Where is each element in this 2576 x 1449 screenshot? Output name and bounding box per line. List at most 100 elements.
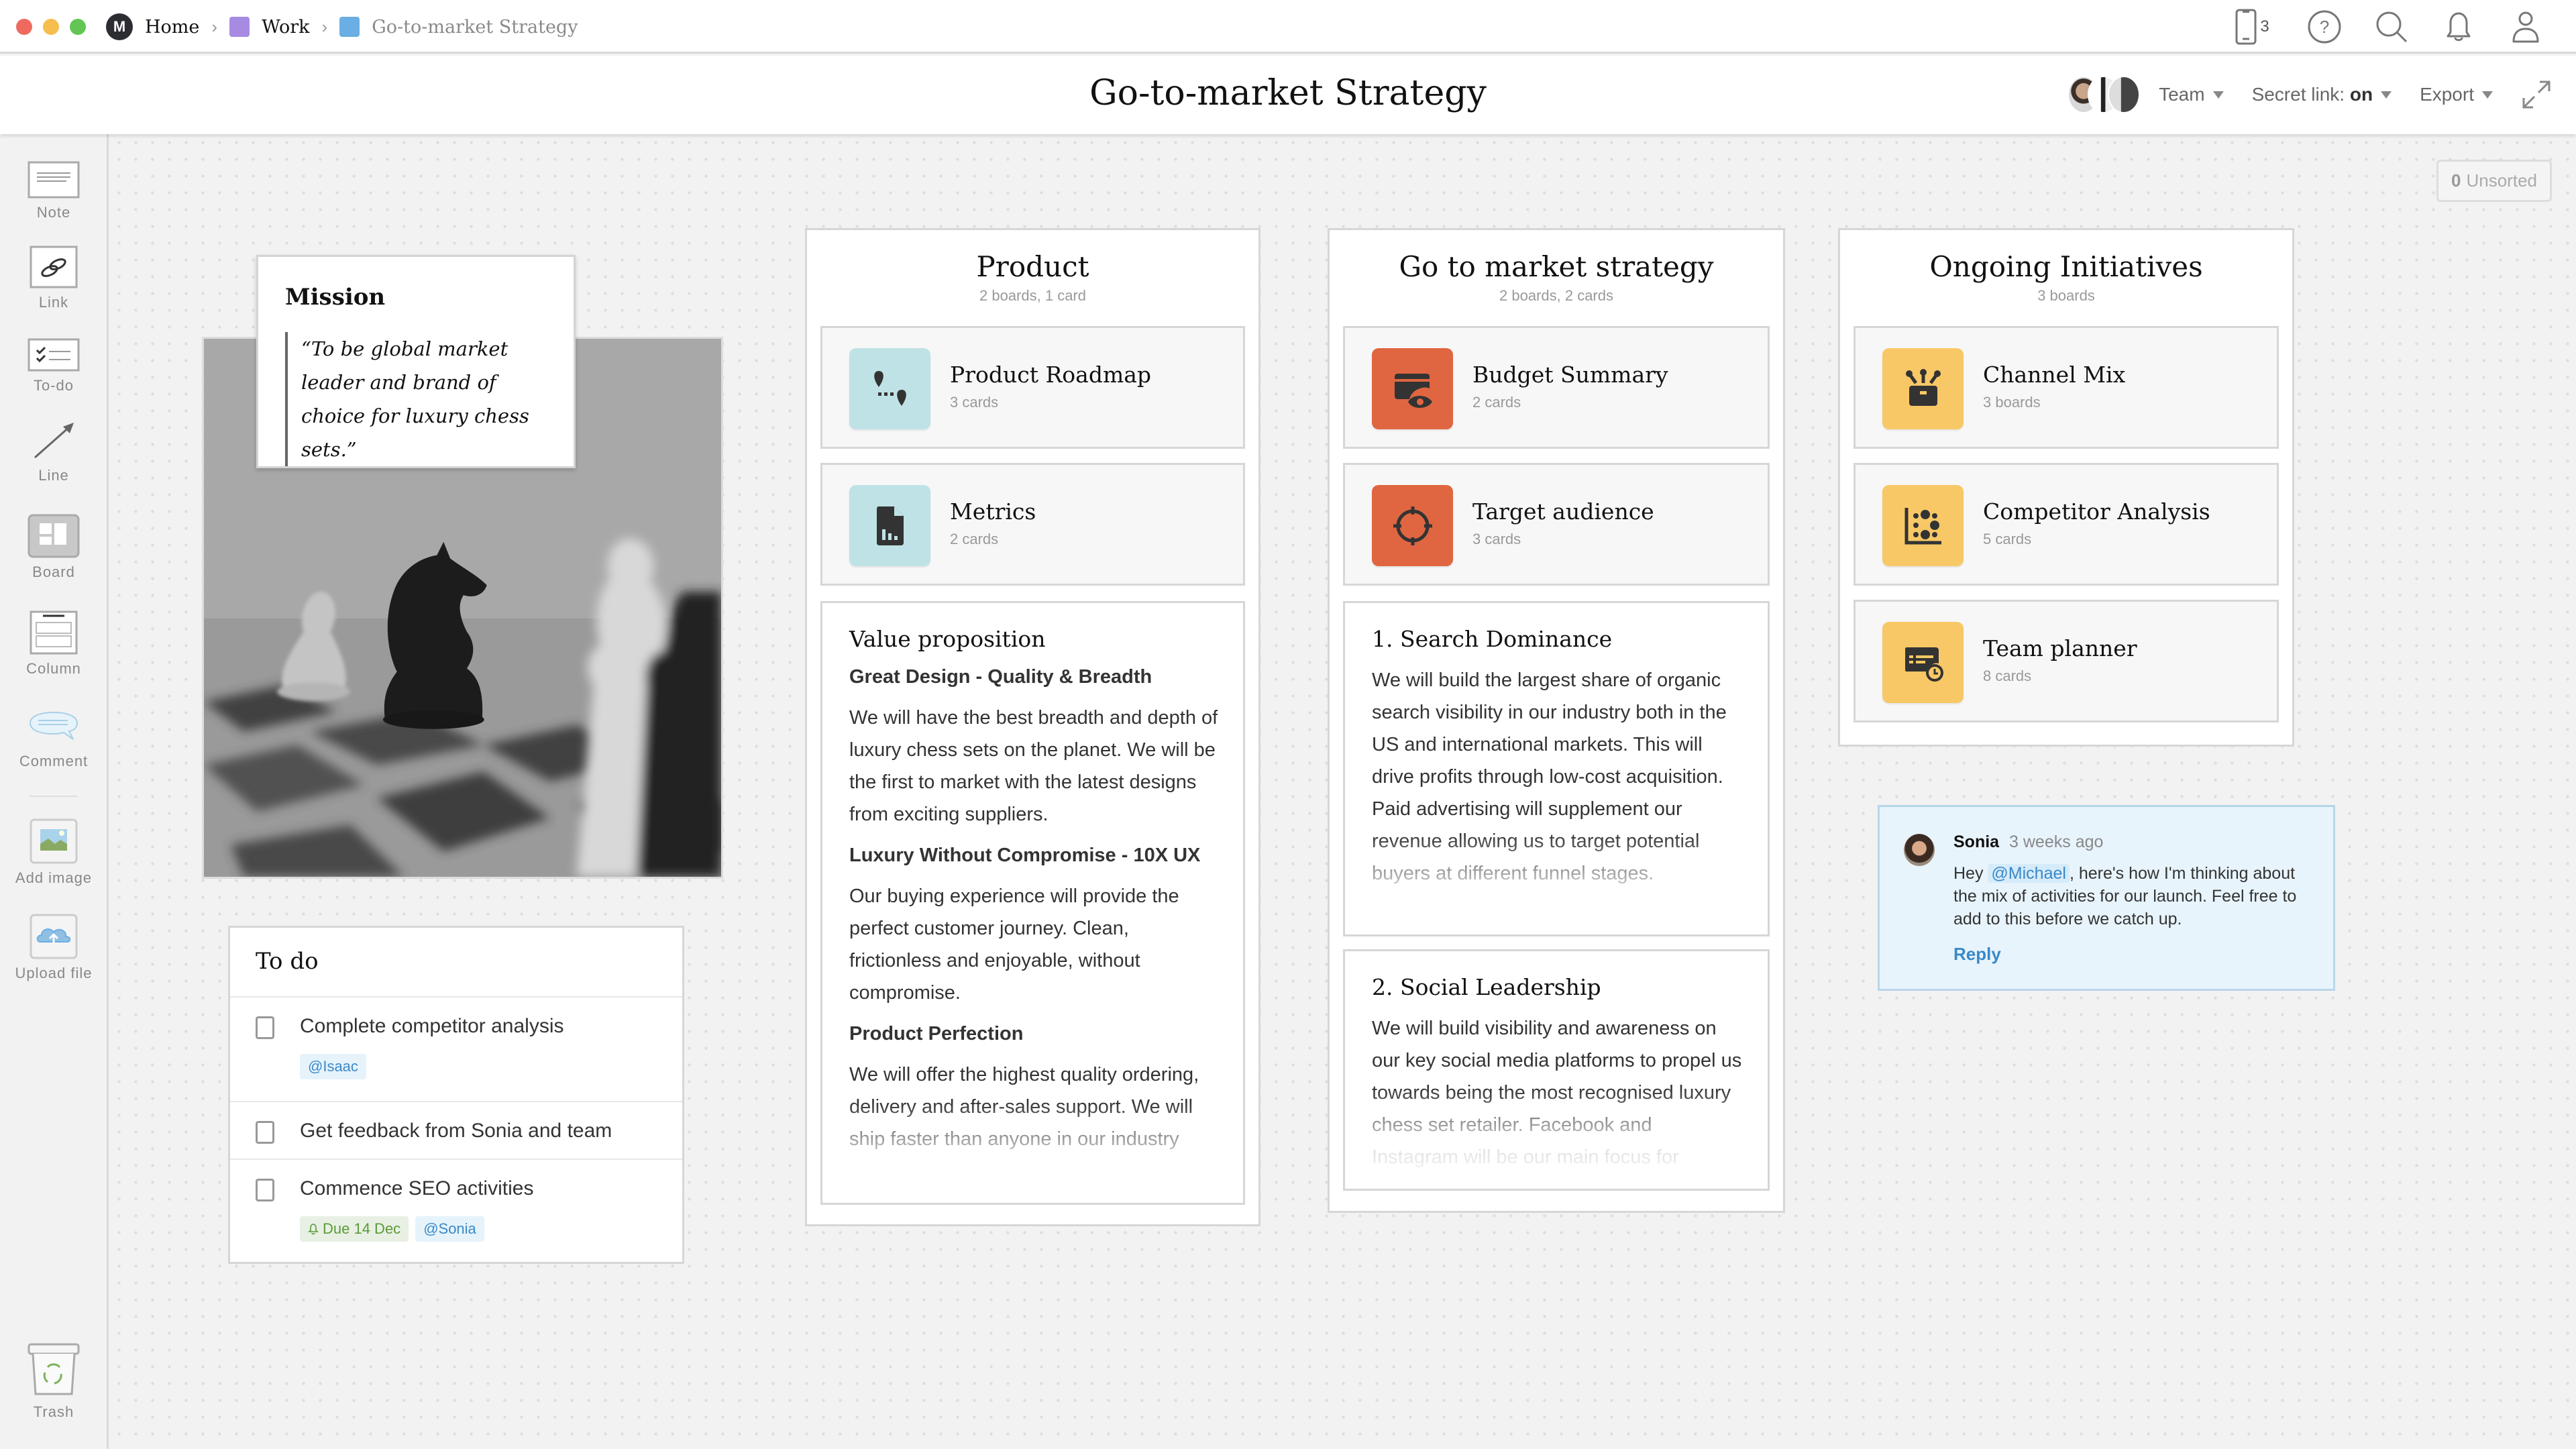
tool-upload-file[interactable]: Upload file [0,914,107,982]
tool-link[interactable]: Link [0,246,107,311]
bell-icon [2447,12,2471,42]
breadcrumb-work[interactable]: Work [262,17,309,38]
board-name: Budget Summary [1472,362,1668,388]
mention-tag[interactable]: @Michael [1988,864,2070,883]
notifications-button[interactable] [2440,9,2477,45]
window-maximize-button[interactable] [70,19,86,35]
tool-column[interactable]: Column [0,610,107,678]
board-card-team-planner[interactable]: Team planner 8 cards [1854,600,2279,722]
budget-eye-icon [1394,373,1432,408]
search-button[interactable] [2373,9,2410,45]
board-name: Team planner [1983,635,2137,661]
board-card-channel-mix[interactable]: Channel Mix 3 boards [1854,326,2279,449]
trash-button[interactable]: Trash [0,1342,107,1421]
secret-link-label: Secret link: [2251,84,2345,105]
column-subtitle: 2 boards, 1 card [979,287,1086,304]
board-card-metrics[interactable]: Metrics 2 cards [820,463,1245,586]
comment-time: 3 weeks ago [2009,833,2104,851]
column-go-to-market[interactable]: Go to market strategy 2 boards, 2 cards … [1328,228,1785,1213]
todo-title: To do [230,928,682,998]
account-button[interactable] [2508,9,2544,45]
board-name: Metrics [950,498,1036,525]
secret-link-value: on [2349,84,2373,105]
toolbar-divider [30,796,78,797]
caret-down-icon [2381,91,2392,99]
column-subtitle: 2 boards, 2 cards [1499,287,1613,304]
todo-item[interactable]: Get feedback from Sonia and team [230,1102,682,1160]
fullscreen-button[interactable] [2521,79,2552,110]
tool-line[interactable]: Line [0,419,107,484]
export-dropdown[interactable]: Export [2420,84,2493,105]
breadcrumb-home[interactable]: Home [145,17,199,38]
window-close-button[interactable] [16,19,32,35]
note-paragraph: We will build visibility and awareness o… [1372,1018,1742,1168]
comment-author: Sonia [1953,833,2000,851]
expand-icon [2522,80,2551,109]
tool-note[interactable]: Note [0,161,107,221]
comment-thread[interactable]: Sonia 3 weeks ago Hey @Michael, here's h… [1878,805,2335,991]
breadcrumb-current: Go-to-market Strategy [372,16,578,38]
devices-count: 3 [2260,17,2269,36]
chevron-right-icon: › [211,16,218,37]
note-value-proposition[interactable]: Value proposition Great Design - Quality… [820,601,1245,1205]
tool-label: Column [26,660,81,677]
collaborator-avatars[interactable] [2068,76,2141,113]
assignee-tag[interactable]: @Sonia [415,1216,484,1242]
tool-board[interactable]: Board [0,514,107,581]
tool-label: Upload file [15,965,93,981]
tool-todo[interactable]: To-do [0,338,107,394]
reply-button[interactable]: Reply [1953,944,2001,965]
todo-checkbox[interactable] [256,1016,274,1039]
board-count: 3 boards [1983,394,2041,411]
tool-label: Add image [15,869,93,886]
secret-link-dropdown[interactable]: Secret link: on [2252,84,2392,105]
board-icon-tile [849,348,930,429]
tool-add-image[interactable]: Add image [0,818,107,887]
mission-note[interactable]: Mission “To be global market leader and … [256,255,576,468]
tool-label: Link [38,294,69,311]
comment-body: Hey @Michael, here's how I'm thinking ab… [1953,862,2316,930]
milanote-logo-icon[interactable]: M [106,13,133,40]
trash-recycle-icon [28,1343,80,1395]
column-icon [30,610,78,655]
board-count: 8 cards [1983,667,2032,684]
column-product[interactable]: Product 2 boards, 1 card Product Roadmap… [805,228,1260,1226]
todo-item[interactable]: Commence SEO activities Due 14 Dec @Soni… [230,1160,682,1255]
todo-checkbox[interactable] [256,1179,274,1201]
window-minimize-button[interactable] [43,19,59,35]
todo-icon [28,338,80,372]
team-dropdown[interactable]: Team [2159,84,2224,105]
column-ongoing-initiatives[interactable]: Ongoing Initiatives 3 boards Channel Mix… [1838,228,2294,747]
todo-item[interactable]: Complete competitor analysis @Isaac [230,998,682,1102]
column-subtitle: 3 boards [2037,287,2095,304]
due-date-tag[interactable]: Due 14 Dec [300,1216,409,1242]
board-card-budget-summary[interactable]: Budget Summary 2 cards [1343,326,1770,449]
user-icon [2512,11,2539,43]
note-paragraph: We will have the best breadth and depth … [849,707,1218,825]
tool-label: Trash [33,1403,74,1420]
unsorted-button[interactable]: 0 Unsorted [2436,160,2552,202]
board-card-competitor-analysis[interactable]: Competitor Analysis 5 cards [1854,463,2279,586]
chart-document-icon [876,506,904,545]
mission-title: Mission [285,284,386,311]
help-button[interactable]: ? [2306,9,2343,45]
todo-list[interactable]: To do Complete competitor analysis @Isaa… [228,926,684,1264]
unsorted-label: Unsorted [2466,170,2537,191]
assignee-tag[interactable]: @Isaac [300,1054,366,1079]
todo-checkbox[interactable] [256,1121,274,1144]
tool-comment[interactable]: Comment [0,710,107,770]
board-icon-tile [849,485,930,566]
team-label: Team [2159,84,2205,105]
board-card-product-roadmap[interactable]: Product Roadmap 3 cards [820,326,1245,449]
board-icon-tile [1882,348,1964,429]
note-search-dominance[interactable]: 1. Search Dominance We will build the la… [1343,601,1770,936]
board-name: Target audience [1472,498,1654,525]
target-crosshair-icon [1393,506,1432,545]
tool-label: Board [32,564,75,580]
board-card-target-audience[interactable]: Target audience 3 cards [1343,463,1770,586]
comment-text: Hey [1953,864,1988,883]
note-social-leadership[interactable]: 2. Social Leadership We will build visib… [1343,949,1770,1191]
calendar-clock-icon [1904,647,1943,682]
mobile-devices-button[interactable]: 3 [2229,9,2275,45]
export-label: Export [2420,84,2474,105]
